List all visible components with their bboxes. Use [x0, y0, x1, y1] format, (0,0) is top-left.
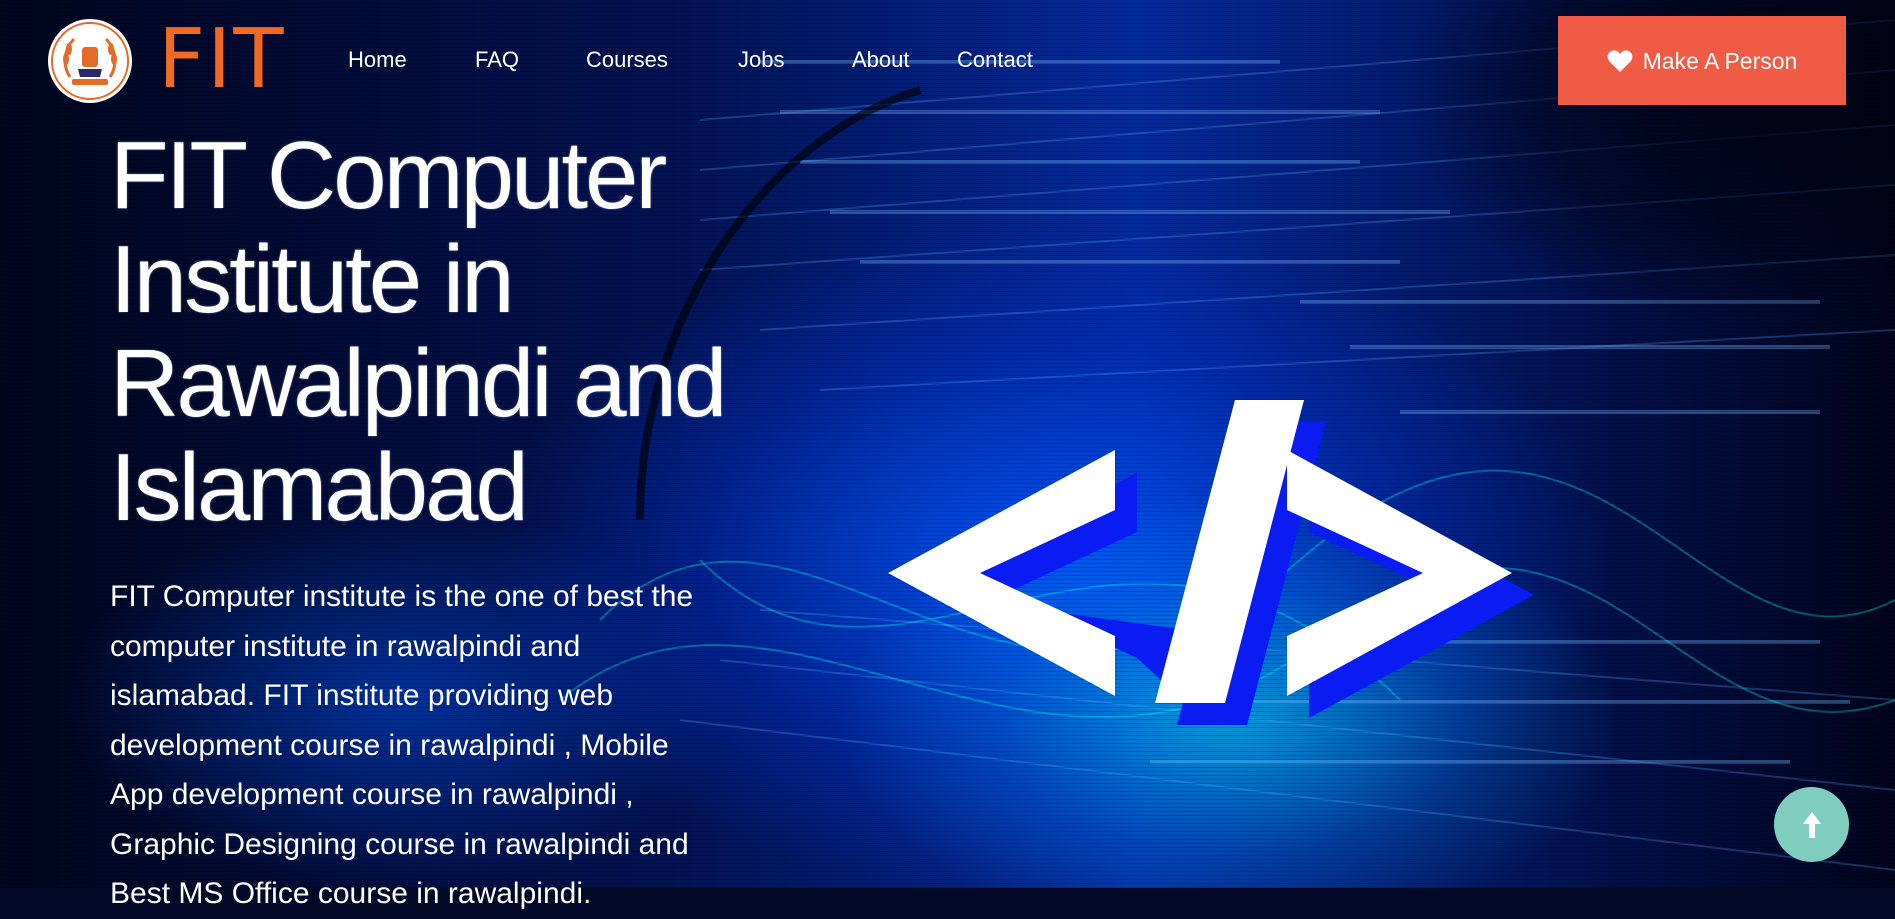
hero-description: FIT Computer institute is the one of bes…	[110, 572, 770, 919]
nav-contact[interactable]: Contact	[957, 45, 1033, 75]
hero-title-line: Rawalpindi and	[110, 330, 727, 437]
main-navigation: Home FAQ Courses Jobs About Contact	[0, 45, 1100, 75]
hero-title-line: FIT Computer	[110, 122, 667, 229]
heart-icon	[1607, 49, 1633, 72]
nav-faq[interactable]: FAQ	[475, 45, 519, 75]
scroll-to-top-button[interactable]	[1774, 787, 1849, 862]
arrow-up-icon	[1802, 811, 1821, 838]
make-a-person-label: Make A Person	[1642, 47, 1798, 74]
hero-description-line: islamabad. FIT institute providing web	[110, 679, 614, 712]
hero-description-line: Graphic Designing course in rawalpindi a…	[110, 827, 689, 861]
hero-description-line: computer institute in rawalpindi and	[110, 629, 581, 663]
make-a-person-button[interactable]: Make A Person	[1558, 16, 1846, 105]
nav-jobs[interactable]: Jobs	[738, 45, 784, 75]
nav-courses[interactable]: Courses	[586, 45, 668, 75]
hero-description-line: development course in rawalpindi , Mobil…	[110, 728, 669, 762]
hero-title-line: Institute in	[110, 226, 515, 333]
hero-title: FIT Computer Institute in Rawalpindi and…	[110, 124, 810, 540]
nav-home[interactable]: Home	[348, 45, 407, 75]
hero-description-line: App development course in rawalpindi ,	[110, 778, 634, 811]
hero-description-line: FIT Computer institute is the one of bes…	[110, 580, 694, 613]
hero-title-line: Islamabad	[110, 434, 529, 541]
code-brackets-icon	[888, 400, 1534, 725]
hero-description-line: Best MS Office course in rawalpindi.	[110, 877, 592, 910]
nav-about[interactable]: About	[852, 45, 910, 75]
